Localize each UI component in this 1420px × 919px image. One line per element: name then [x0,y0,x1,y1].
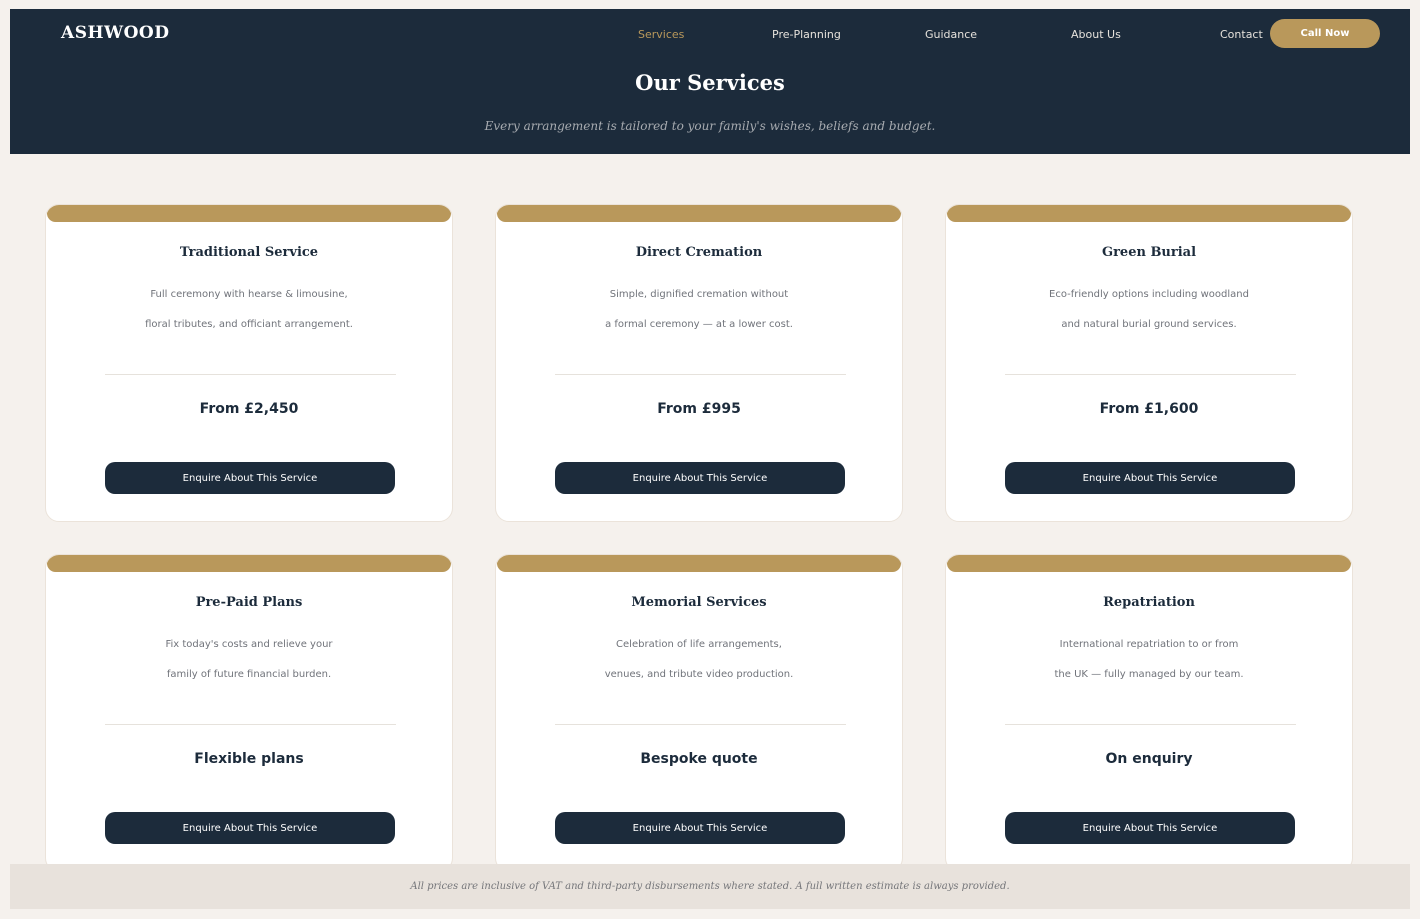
card-divider [105,724,396,725]
card-description-line-1: Fix today's costs and relieve your [165,639,333,650]
card-description-line-1: Eco-friendly options including woodland [1049,289,1249,300]
card-price: From £1,600 [1099,401,1199,417]
enquire-button[interactable]: Enquire About This Service [555,812,845,844]
nav-pre-planning[interactable]: Pre-Planning [772,28,841,41]
page-title: Our Services [635,70,785,95]
page-subtitle: Every arrangement is tailored to your fa… [484,119,936,133]
pricing-disclaimer: All prices are inclusive of VAT and thir… [10,864,1410,909]
enquire-button[interactable]: Enquire About This Service [1005,812,1295,844]
service-card-direct-cremation: Direct Cremation Simple, dignified crema… [495,204,903,522]
card-description-line-1: Simple, dignified cremation without [609,289,789,300]
card-divider [555,724,846,725]
service-card-traditional: Traditional Service Full ceremony with h… [45,204,453,522]
card-divider [555,374,846,375]
enquire-button[interactable]: Enquire About This Service [1005,462,1295,494]
card-title: Direct Cremation [635,245,763,260]
service-card-green-burial: Green Burial Eco-friendly options includ… [945,204,1353,522]
service-card-memorial-services: Memorial Services Celebration of life ar… [495,554,903,872]
card-accent-bar [497,205,901,222]
card-price: On enquiry [1105,751,1193,767]
card-price: From £995 [657,401,741,417]
service-card-repatriation: Repatriation International repatriation … [945,554,1353,872]
card-price: Bespoke quote [640,751,758,767]
nav-guidance[interactable]: Guidance [925,28,977,41]
service-card-pre-paid-plans: Pre-Paid Plans Fix today's costs and rel… [45,554,453,872]
card-accent-bar [47,555,451,572]
card-title: Pre-Paid Plans [195,595,303,610]
card-title: Green Burial [1101,245,1197,260]
card-divider [1005,724,1296,725]
card-description-line-1: Full ceremony with hearse & limousine, [150,289,348,300]
card-accent-bar [497,555,901,572]
card-description-line-2: family of future financial burden. [166,669,332,680]
card-description-line-1: International repatriation to or from [1059,639,1239,650]
card-title: Traditional Service [179,245,319,260]
enquire-button[interactable]: Enquire About This Service [555,462,845,494]
card-accent-bar [947,205,1351,222]
site-header: ASHWOOD Services Pre-Planning Guidance A… [10,9,1410,154]
card-divider [105,374,396,375]
enquire-button[interactable]: Enquire About This Service [105,812,395,844]
card-title: Memorial Services [631,595,767,610]
card-description-line-2: and natural burial ground services. [1061,319,1237,330]
card-divider [1005,374,1296,375]
card-description-line-2: a formal ceremony — at a lower cost. [605,319,793,330]
brand-logo[interactable]: ASHWOOD [61,23,169,43]
card-description-line-2: venues, and tribute video production. [604,669,794,680]
call-now-button[interactable]: Call Now [1270,19,1380,48]
card-description-line-2: floral tributes, and officiant arrangeme… [145,319,353,330]
card-title: Repatriation [1103,595,1195,610]
enquire-button[interactable]: Enquire About This Service [105,462,395,494]
nav-contact[interactable]: Contact [1220,28,1263,41]
card-accent-bar [47,205,451,222]
card-price: From £2,450 [199,401,299,417]
card-description-line-1: Celebration of life arrangements, [616,639,782,650]
card-price: Flexible plans [194,751,304,767]
card-description-line-2: the UK — fully managed by our team. [1054,669,1244,680]
card-accent-bar [947,555,1351,572]
nav-about-us[interactable]: About Us [1071,28,1121,41]
nav-services[interactable]: Services [638,28,684,41]
